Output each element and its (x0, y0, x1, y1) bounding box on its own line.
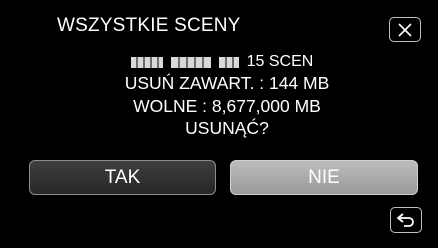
no-button-label: NIE (308, 166, 340, 188)
close-button[interactable] (389, 17, 421, 42)
delete-question: USUNĄĆ? (185, 118, 269, 138)
no-button[interactable]: NIE (230, 160, 418, 195)
close-icon (398, 22, 412, 37)
date-placeholder-icon (130, 56, 239, 68)
free-space: WOLNE : 8,677,000 MB (133, 96, 321, 116)
back-arrow-icon (397, 213, 414, 227)
yes-button[interactable]: TAK (29, 160, 216, 195)
scenes-count: 15 SCEN (246, 53, 314, 70)
back-button[interactable] (390, 207, 422, 233)
scenes-count-row: 15 SCEN (0, 52, 438, 72)
delete-content-size: USUŃ ZAWART. : 144 MB (124, 73, 330, 93)
dialog-title: WSZYSTKIE SCENY (57, 15, 241, 36)
yes-button-label: TAK (104, 166, 141, 188)
